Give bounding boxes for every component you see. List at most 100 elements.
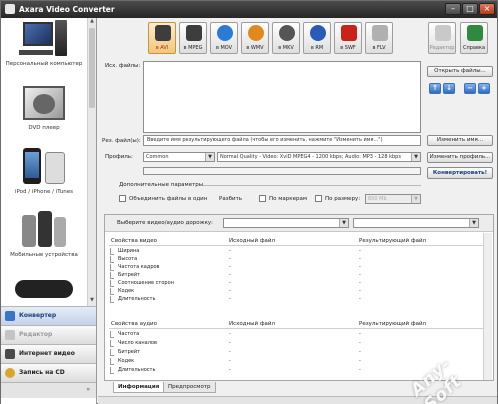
nav-burn-cd[interactable]: Запись на CD xyxy=(1,363,96,382)
film-icon xyxy=(186,25,202,41)
realmedia-icon xyxy=(310,25,326,41)
sidebar-nav: Конвертер Редактор Интернет видео Запись… xyxy=(1,306,96,398)
by-markers-checkbox[interactable] xyxy=(259,195,266,202)
table-row: Битрейт - - xyxy=(109,271,489,279)
split-size-value: 650 Mb xyxy=(368,196,387,202)
format-label: в WMV xyxy=(246,45,264,51)
by-size-checkbox[interactable] xyxy=(315,195,322,202)
converter-icon xyxy=(5,311,15,321)
profile-category-value: Common xyxy=(146,154,169,160)
chevron-down-icon: ▼ xyxy=(411,153,420,161)
sidebar: Персональный компьютер DVD плеер iPod / … xyxy=(1,18,97,404)
format-mkv-button[interactable]: в MKV xyxy=(272,22,300,54)
device-psp[interactable] xyxy=(1,280,87,298)
progress-bar xyxy=(143,167,421,175)
nav-label: Редактор xyxy=(19,331,53,338)
format-flv-button[interactable]: в FLV xyxy=(365,22,393,54)
profile-label: Профиль: xyxy=(105,154,133,160)
help-button[interactable]: Справка xyxy=(460,22,488,54)
result-files-label: Рез. файл(ы): xyxy=(102,138,141,144)
change-profile-button[interactable]: Изменить профиль... xyxy=(427,152,493,163)
table-row: Кодек - - xyxy=(109,287,489,295)
profile-select[interactable]: Normal Quality - Video: XviD MPEG4 - 120… xyxy=(217,152,421,162)
video-track-select[interactable]: ▼ xyxy=(223,218,349,228)
tab-preview[interactable]: Предпросмотр xyxy=(163,382,216,393)
scroll-down-icon[interactable]: ▼ xyxy=(88,297,96,305)
split-size-select[interactable]: 650 Mb ▼ xyxy=(365,194,421,204)
move-down-icon[interactable]: ↓ xyxy=(443,83,455,94)
computer-icon xyxy=(17,20,71,58)
device-label: iPod / iPhone / iTunes xyxy=(14,189,74,195)
flash-icon xyxy=(341,25,357,41)
device-ipod[interactable]: iPod / iPhone / iTunes xyxy=(1,146,87,196)
table-row: Число каналов - - xyxy=(109,339,489,347)
psp-icon xyxy=(9,280,79,298)
rename-button[interactable]: Изменить имя... xyxy=(427,135,493,146)
remove-file-icon[interactable]: − xyxy=(464,83,476,94)
add-file-icon[interactable]: + xyxy=(478,83,490,94)
column-header: Исходный файл xyxy=(229,321,275,327)
audio-track-select[interactable]: ▼ xyxy=(353,218,479,228)
close-button[interactable]: × xyxy=(479,3,495,15)
profile-value: Normal Quality - Video: XviD MPEG4 - 120… xyxy=(220,154,401,160)
device-dvd[interactable]: DVD плеер xyxy=(1,84,87,132)
help-label: Справка xyxy=(462,45,486,51)
nav-expand-button[interactable]: » xyxy=(1,382,96,398)
open-files-button[interactable]: Открыть файлы... xyxy=(427,66,493,77)
profile-category-select[interactable]: Common ▼ xyxy=(143,152,215,162)
table-row: Ширина - - xyxy=(109,247,489,255)
merge-checkbox[interactable] xyxy=(119,195,126,202)
device-label: DVD плеер xyxy=(28,125,60,131)
move-up-icon[interactable]: ↑ xyxy=(429,83,441,94)
result-file-input[interactable]: Введите имя результирующего файла (чтобы… xyxy=(143,135,421,146)
source-files-label: Исх. файлы: xyxy=(105,63,141,69)
format-toolbar: в AVI в MPEG в MOV в WMV в MKV в RM в SW… xyxy=(98,18,497,56)
format-mov-button[interactable]: в MOV xyxy=(210,22,238,54)
column-header: Результирующий файл xyxy=(359,238,427,244)
editor-label: Редактор xyxy=(429,45,455,51)
convert-button[interactable]: Конвертировать! xyxy=(427,167,493,179)
nav-label: Запись на CD xyxy=(19,369,65,376)
separator xyxy=(203,185,421,186)
help-book-icon xyxy=(467,25,483,41)
nav-editor[interactable]: Редактор xyxy=(1,325,96,344)
mobile-phone-icon xyxy=(18,211,70,249)
scrollbar-thumb[interactable] xyxy=(89,28,95,108)
format-wmv-button[interactable]: в WMV xyxy=(241,22,269,54)
video-properties-header: Свойства видео Исходный файл Результирую… xyxy=(109,237,489,246)
editor-button[interactable]: Редактор xyxy=(428,22,456,54)
flv-icon xyxy=(372,25,388,41)
format-label: в SWF xyxy=(340,45,356,51)
format-label: в MKV xyxy=(278,45,294,51)
format-rm-button[interactable]: в RM xyxy=(303,22,331,54)
info-panel: Выберите видео/аудио дорожку: ▼ ▼ Свойст… xyxy=(104,214,494,381)
dvd-player-icon xyxy=(19,84,69,122)
nav-label: Интернет видео xyxy=(19,350,75,357)
source-files-list[interactable] xyxy=(143,61,421,133)
device-pc[interactable]: Персональный компьютер xyxy=(1,20,87,68)
film-icon xyxy=(155,25,171,41)
nav-internet-video[interactable]: Интернет видео xyxy=(1,344,96,363)
format-label: в RM xyxy=(310,45,324,51)
format-avi-button[interactable]: в AVI xyxy=(148,22,176,54)
iphone-icon xyxy=(19,146,69,186)
cd-icon xyxy=(5,368,15,378)
chevron-down-icon: ▼ xyxy=(339,219,348,227)
by-size-label: По размеру: xyxy=(325,196,361,202)
device-mobile[interactable]: Мобильные устройства xyxy=(1,211,87,259)
tab-information[interactable]: Информация xyxy=(113,382,165,393)
scroll-up-icon[interactable]: ▲ xyxy=(88,18,96,26)
column-header: Исходный файл xyxy=(229,238,275,244)
nav-label: Конвертер xyxy=(19,312,57,319)
nav-converter[interactable]: Конвертер xyxy=(1,306,96,325)
window-title: Axara Video Converter xyxy=(19,5,115,14)
table-row: Высота - - xyxy=(109,255,489,263)
minimize-button[interactable]: – xyxy=(445,3,461,15)
sidebar-scrollbar[interactable]: ▲ ▼ xyxy=(87,18,96,306)
format-mpeg-button[interactable]: в MPEG xyxy=(179,22,207,54)
format-swf-button[interactable]: в SWF xyxy=(334,22,362,54)
table-row: Битрейт - - xyxy=(109,348,489,356)
maximize-button[interactable]: □ xyxy=(462,3,478,15)
windows-media-icon xyxy=(248,25,264,41)
column-header: Результирующий файл xyxy=(359,321,427,327)
